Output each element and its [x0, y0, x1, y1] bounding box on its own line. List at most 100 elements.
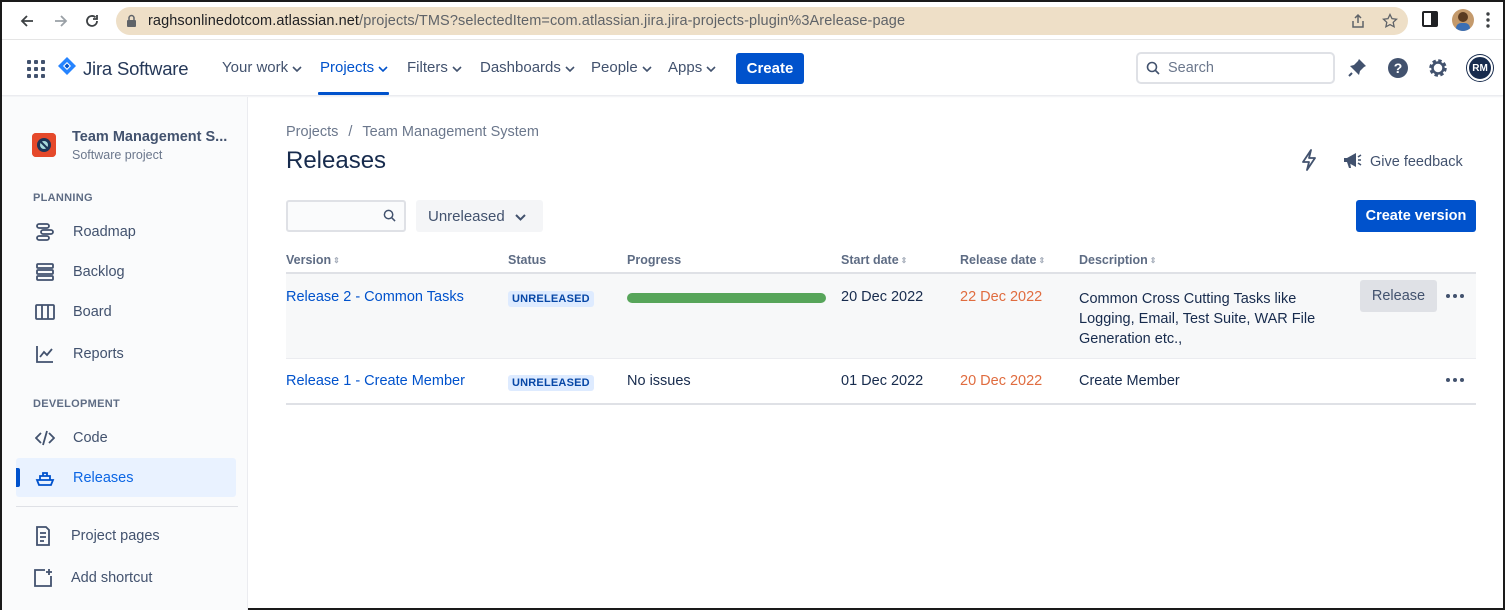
nav-dashboards-label: Dashboards [480, 59, 561, 76]
breadcrumb: Projects / Team Management System [286, 124, 539, 140]
start-date: 20 Dec 2022 [841, 289, 924, 305]
address-bar[interactable]: raghsonlinedotcom.atlassian.net/projects… [116, 7, 1408, 35]
column-header-start-date[interactable]: Start date ⇕ [841, 253, 907, 267]
table-header: Version ⇕ Status Progress Start date ⇕ Rel… [286, 247, 1476, 274]
column-header-release-date[interactable]: Release date ⇕ [960, 253, 1045, 267]
description: Common Cross Cutting Tasks like Logging,… [1079, 291, 1316, 347]
sort-icon: ⇕ [900, 255, 908, 265]
version-link[interactable]: Release 1 - Create Member [286, 373, 465, 389]
ship-icon [34, 467, 56, 489]
create-button[interactable]: Create [736, 53, 804, 84]
search-icon [383, 209, 396, 227]
give-feedback-label: Give feedback [1370, 154, 1463, 170]
sidebar-item-label: Code [73, 429, 108, 446]
sidebar-item-label: Reports [73, 345, 124, 362]
column-header-version[interactable]: Version ⇕ [286, 253, 340, 267]
sidebar-item-label: Backlog [73, 263, 125, 280]
release-status-filter[interactable]: Unreleased [416, 200, 543, 232]
sidebar-item-reports[interactable]: Reports [16, 334, 236, 373]
chevron-down-icon [706, 59, 716, 76]
release-button[interactable]: Release [1360, 280, 1437, 312]
chevron-down-icon [378, 59, 388, 76]
svg-text:?: ? [1394, 60, 1403, 76]
nav-people-label: People [591, 59, 638, 76]
project-avatar[interactable] [32, 133, 56, 157]
more-actions-icon[interactable] [1445, 370, 1465, 390]
megaphone-icon [1342, 151, 1362, 173]
column-header-status: Status [508, 253, 546, 267]
release-date: 22 Dec 2022 [960, 289, 1043, 305]
jira-logo[interactable]: Jira Software [57, 56, 189, 81]
more-actions-icon[interactable] [1445, 286, 1465, 306]
chevron-down-icon [565, 59, 575, 76]
nav-projects[interactable]: Projects [320, 59, 388, 76]
nav-projects-label: Projects [320, 59, 375, 76]
column-header-label: Release date [960, 253, 1037, 267]
sidebar-item-label: Project pages [71, 527, 160, 544]
sidepanel-icon[interactable] [1422, 11, 1438, 32]
sidebar-item-label: Add shortcut [71, 569, 153, 586]
backlog-icon [34, 261, 56, 283]
help-icon[interactable]: ? [1387, 57, 1409, 84]
sidebar-item-backlog[interactable]: Backlog [16, 252, 236, 291]
column-header-description[interactable]: Description ⇕ [1079, 253, 1156, 267]
back-icon[interactable] [16, 10, 38, 32]
sidebar-item-label: Roadmap [73, 223, 136, 240]
product-name: Jira Software [83, 57, 189, 79]
main-content: Projects / Team Management System Releas… [248, 97, 1503, 610]
development-section-title: DEVELOPMENT [33, 398, 121, 410]
versions-table: Version ⇕ Status Progress Start date ⇕ Rel… [286, 247, 1476, 405]
reload-icon[interactable] [81, 10, 103, 32]
page-icon [32, 525, 54, 547]
nav-apps-label: Apps [668, 59, 703, 76]
sort-icon: ⇕ [1149, 255, 1157, 265]
board-icon [34, 301, 56, 323]
sidebar-item-code[interactable]: Code [16, 418, 236, 457]
version-link[interactable]: Release 2 - Common Tasks [286, 289, 464, 305]
sidebar-item-board[interactable]: Board [16, 292, 236, 331]
sidebar-item-add-shortcut[interactable]: Add shortcut [16, 558, 236, 597]
app-switcher-icon[interactable] [27, 60, 45, 83]
progress-bar[interactable] [627, 293, 826, 303]
search-input[interactable]: Search [1136, 52, 1335, 84]
page-title: Releases [286, 147, 387, 174]
bookmark-star-icon[interactable] [1382, 12, 1398, 29]
column-header-label: Progress [627, 253, 682, 267]
user-avatar[interactable]: RM [1467, 55, 1493, 81]
share-icon[interactable] [1350, 13, 1366, 29]
project-sidebar: Team Management S... Software project PL… [2, 97, 248, 610]
sort-icon: ⇕ [1038, 255, 1046, 265]
start-date: 01 Dec 2022 [841, 373, 924, 389]
table-row: Release 2 - Common Tasks UNRELEASED 20 D… [286, 274, 1476, 359]
column-header-label: Status [508, 253, 547, 267]
nav-your-work[interactable]: Your work [222, 59, 302, 76]
status-badge: UNRELEASED [508, 375, 594, 391]
jira-diamond-icon [57, 56, 77, 81]
project-name[interactable]: Team Management S... [72, 129, 227, 145]
give-feedback-button[interactable]: Give feedback [1342, 151, 1463, 173]
forward-icon[interactable] [50, 10, 72, 32]
url-host: raghsonlinedotcom.atlassian.net [148, 13, 360, 29]
add-shortcut-icon [32, 567, 54, 589]
nav-filters[interactable]: Filters [407, 59, 462, 76]
notifications-icon[interactable] [1348, 57, 1368, 82]
version-search-input[interactable] [286, 200, 406, 232]
sidebar-item-project-pages[interactable]: Project pages [16, 516, 236, 555]
sort-icon: ⇕ [333, 255, 340, 265]
sidebar-item-roadmap[interactable]: Roadmap [16, 212, 236, 251]
automation-bolt-icon[interactable] [1300, 149, 1318, 176]
status-badge: UNRELEASED [508, 291, 594, 307]
nav-people[interactable]: People [591, 59, 652, 76]
create-version-button[interactable]: Create version [1356, 200, 1476, 232]
browser-menu-icon[interactable] [1486, 12, 1490, 33]
nav-dashboards[interactable]: Dashboards [480, 59, 575, 76]
sidebar-item-releases[interactable]: Releases [16, 458, 236, 497]
browser-profile-avatar[interactable] [1452, 9, 1474, 31]
nav-apps[interactable]: Apps [668, 59, 716, 76]
settings-gear-icon[interactable] [1427, 57, 1449, 84]
code-icon [34, 427, 56, 449]
breadcrumb-project[interactable]: Team Management System [362, 124, 539, 140]
breadcrumb-projects[interactable]: Projects [286, 124, 338, 140]
url-path: /projects/TMS?selectedItem=com.atlassian… [359, 13, 906, 29]
chevron-down-icon [452, 59, 462, 76]
